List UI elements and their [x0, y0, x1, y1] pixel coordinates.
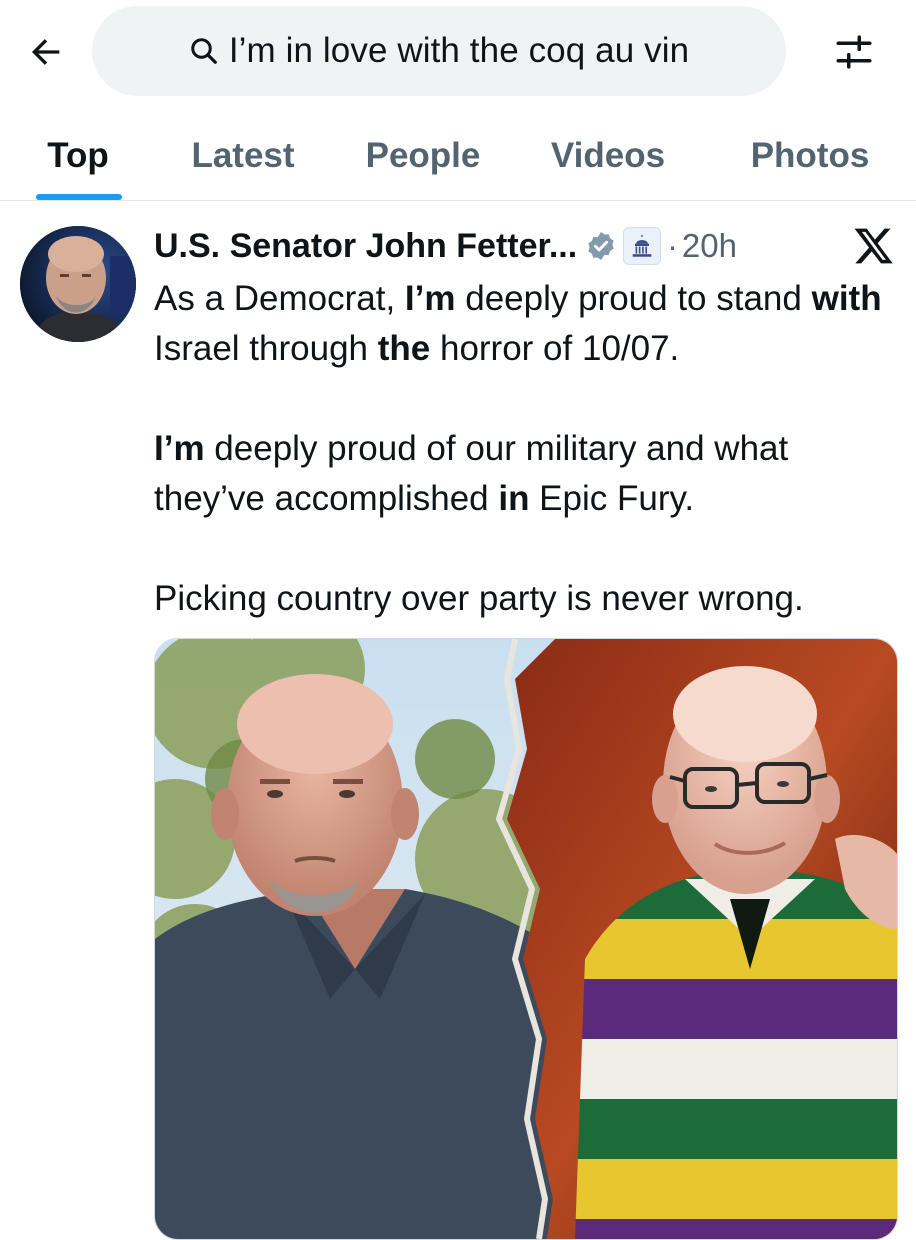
tweet-photo [155, 639, 897, 1239]
tweet-text-segment: deeply proud to stand [455, 279, 812, 318]
tweet-bold-text: I’m [404, 279, 456, 318]
tweet-bold-text: with [811, 279, 882, 318]
capitol-icon [623, 227, 662, 265]
active-tab-indicator [36, 194, 122, 200]
search-input[interactable]: I’m in love with the coq au vin [92, 6, 786, 96]
tab-people[interactable]: People [346, 112, 500, 200]
x-logo-icon [854, 228, 893, 264]
arrow-left-icon [32, 39, 60, 65]
verified-badge-icon [585, 230, 617, 262]
tweet-bold-text: I’m [154, 429, 205, 468]
tweet-bold-text: in [498, 479, 530, 518]
tweet-media-image[interactable] [154, 638, 898, 1240]
avatar[interactable] [20, 226, 136, 342]
tab-videos[interactable]: Videos [530, 112, 686, 200]
tweet-timestamp[interactable]: 20h [682, 227, 737, 265]
tweet-text-segment: horror of 10/07. [430, 329, 680, 368]
tweet-text-segment: Epic Fury. [529, 479, 695, 518]
search-query-text: I’m in love with the coq au vin [228, 31, 690, 70]
search-tabs: Top Latest People Videos Photos [0, 112, 916, 201]
avatar-image [20, 226, 136, 342]
tweet-paragraph: As a Democrat, I’m deeply proud to stand… [154, 274, 894, 374]
tweet-text-segment: Picking country over party is never wron… [154, 579, 804, 618]
search-icon [191, 38, 217, 64]
tweet-text-segment: Israel through [154, 329, 378, 368]
tweet-bold-text: the [377, 329, 431, 368]
tweet-text: As a Democrat, I’m deeply proud to stand… [154, 274, 894, 624]
author-name[interactable]: U.S. Senator John Fetter... [154, 227, 577, 266]
tab-photos[interactable]: Photos [728, 112, 892, 200]
search-filter-button[interactable] [826, 24, 882, 80]
sliders-icon [836, 35, 872, 69]
tab-top[interactable]: Top [30, 112, 126, 200]
tweet-paragraph: Picking country over party is never wron… [154, 574, 894, 624]
tweet-text-segment: As a Democrat, [154, 279, 405, 318]
back-button[interactable] [22, 24, 70, 80]
search-field-content: I’m in love with the coq au vin [189, 31, 689, 71]
tweet-header: U.S. Senator John Fetter... · 20h [154, 220, 737, 272]
tweet-paragraph: I’m deeply proud of our military and wha… [154, 424, 894, 524]
tab-latest[interactable]: Latest [170, 112, 316, 200]
header-separator: · [667, 227, 678, 264]
